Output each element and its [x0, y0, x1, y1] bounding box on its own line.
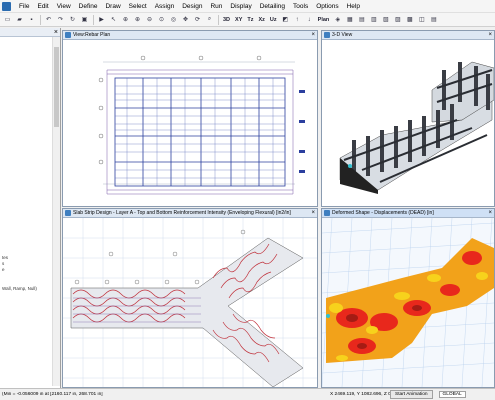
shrink-icon[interactable]: ▤: [356, 14, 367, 25]
window-icon: [324, 210, 330, 216]
window-icon: [65, 32, 71, 38]
color-icon[interactable]: ▥: [368, 14, 379, 25]
menu-draw[interactable]: Draw: [101, 3, 124, 10]
deselect-icon[interactable]: ▨: [392, 14, 403, 25]
menu-tools[interactable]: Tools: [289, 3, 312, 10]
window-title: Slab Strip Design - Layer A - Top and Bo…: [73, 210, 291, 216]
close-icon[interactable]: ×: [488, 209, 492, 218]
app-icon[interactable]: [2, 1, 11, 11]
menu-edit[interactable]: Edit: [33, 3, 52, 10]
view-3d-button[interactable]: 3D: [221, 14, 232, 25]
menu-design[interactable]: Design: [178, 3, 206, 10]
pointer-icon[interactable]: ↖: [108, 14, 119, 25]
close-icon[interactable]: ×: [54, 28, 58, 37]
plan-view-button[interactable]: Plan: [316, 14, 332, 25]
view-xy-button[interactable]: XY: [233, 14, 244, 25]
print-icon[interactable]: ▤: [428, 14, 439, 25]
pan-icon[interactable]: ✥: [180, 14, 191, 25]
three-d-view-window[interactable]: 3-D View ×: [321, 30, 495, 207]
menu-file[interactable]: File: [15, 3, 33, 10]
panel-text-line: tes: [2, 255, 9, 260]
panel-header: ×: [0, 28, 60, 37]
scroll-thumb[interactable]: [54, 47, 59, 127]
zoom-window-icon[interactable]: ⊕: [120, 14, 131, 25]
refresh-icon[interactable]: ↻: [67, 14, 78, 25]
toolbar-divider: [93, 14, 94, 25]
display-options-icon[interactable]: ◈: [332, 14, 343, 25]
view-uz-button[interactable]: Uz: [268, 14, 279, 25]
menu-detailing[interactable]: Detailing: [256, 3, 289, 10]
toolbar: ▭ ▰ ▪ ↶ ↷ ↻ ▣ ▶ ↖ ⊕ ⊕ ⊖ ⊙ ◎ ✥ ⟳ ⌕ 3D XY …: [0, 13, 495, 27]
menu-run[interactable]: Run: [206, 3, 226, 10]
deformed-shape-contour[interactable]: [322, 218, 494, 387]
menu-display[interactable]: Display: [226, 3, 255, 10]
window-icon: [65, 210, 71, 216]
window-title-bar[interactable]: 3-D View ×: [322, 31, 494, 40]
deformed-shape-window[interactable]: Deformed Shape - Displacements (DEAD) [i…: [321, 208, 495, 388]
menu-select[interactable]: Select: [125, 3, 151, 10]
view-tz-button[interactable]: Tz: [245, 14, 255, 25]
zoom-previous-icon[interactable]: ◎: [168, 14, 179, 25]
window-title-bar[interactable]: Slab Strip Design - Layer A - Top and Bo…: [63, 209, 317, 218]
window-title: 3-D View: [332, 32, 353, 38]
up-arrow-icon[interactable]: ↑: [292, 14, 303, 25]
window-title-bar[interactable]: View:Rebar Plan ×: [63, 31, 317, 40]
magnify-icon[interactable]: ⌕: [204, 14, 215, 25]
view-xz-button[interactable]: Xz: [257, 14, 267, 25]
menu-define[interactable]: Define: [75, 3, 102, 10]
panel-scrollbar[interactable]: [52, 37, 60, 386]
lock-icon[interactable]: ▣: [79, 14, 90, 25]
three-d-model-drawing[interactable]: [322, 40, 494, 206]
close-icon[interactable]: ×: [311, 31, 315, 40]
redo-icon[interactable]: ↷: [55, 14, 66, 25]
down-arrow-icon[interactable]: ↓: [304, 14, 315, 25]
panel-text-line: e: [2, 267, 5, 272]
new-file-icon[interactable]: ▭: [2, 14, 13, 25]
section-cut-icon[interactable]: ◫: [416, 14, 427, 25]
menu-bar: File Edit View Define Draw Select Assign…: [0, 0, 495, 13]
status-bar: (Min = -0.056009 in at [2160.117 in, 268…: [0, 388, 495, 400]
zoom-out-icon[interactable]: ⊖: [144, 14, 155, 25]
menu-assign[interactable]: Assign: [151, 3, 179, 10]
slab-strip-drawing[interactable]: [63, 218, 317, 387]
status-message: (Min = -0.056009 in at [2160.117 in, 268…: [2, 392, 103, 397]
menu-help[interactable]: Help: [343, 3, 364, 10]
slab-strip-design-window[interactable]: Slab Strip Design - Layer A - Top and Bo…: [62, 208, 318, 388]
measure-icon[interactable]: ▩: [404, 14, 415, 25]
perspective-icon[interactable]: ◩: [280, 14, 291, 25]
cursor-coordinates: X 2469.119, Y 1082.696, Z 0 (in): [330, 392, 400, 397]
menu-options[interactable]: Options: [312, 3, 342, 10]
window-title: Deformed Shape - Displacements (DEAD) [i…: [332, 210, 434, 216]
close-icon[interactable]: ×: [311, 209, 315, 218]
window-title-bar[interactable]: Deformed Shape - Displacements (DEAD) [i…: [322, 209, 494, 218]
rotate-icon[interactable]: ⟳: [192, 14, 203, 25]
model-explorer-panel: × tes s e Wall, Ramp, Null): [0, 28, 61, 388]
run-icon[interactable]: ▶: [96, 14, 107, 25]
grid-icon[interactable]: ▦: [344, 14, 355, 25]
zoom-in-icon[interactable]: ⊕: [132, 14, 143, 25]
toolbar-divider: [40, 14, 41, 25]
window-icon: [324, 32, 330, 38]
undo-icon[interactable]: ↶: [43, 14, 54, 25]
start-animation-button[interactable]: Start Animation: [390, 390, 433, 399]
toolbar-divider: [218, 14, 219, 25]
rebar-plan-drawing[interactable]: [63, 40, 317, 206]
rebar-plan-window[interactable]: View:Rebar Plan ×: [62, 30, 318, 207]
window-title: View:Rebar Plan: [73, 32, 111, 38]
select-all-icon[interactable]: ▧: [380, 14, 391, 25]
panel-text-line: s: [2, 261, 5, 266]
panel-text-line: Wall, Ramp, Null): [2, 286, 37, 291]
save-icon[interactable]: ▪: [26, 14, 37, 25]
menu-view[interactable]: View: [53, 3, 75, 10]
close-icon[interactable]: ×: [488, 31, 492, 40]
zoom-extents-icon[interactable]: ⊙: [156, 14, 167, 25]
open-folder-icon[interactable]: ▰: [14, 14, 25, 25]
coordinate-system-dropdown[interactable]: GLOBAL: [438, 391, 466, 398]
